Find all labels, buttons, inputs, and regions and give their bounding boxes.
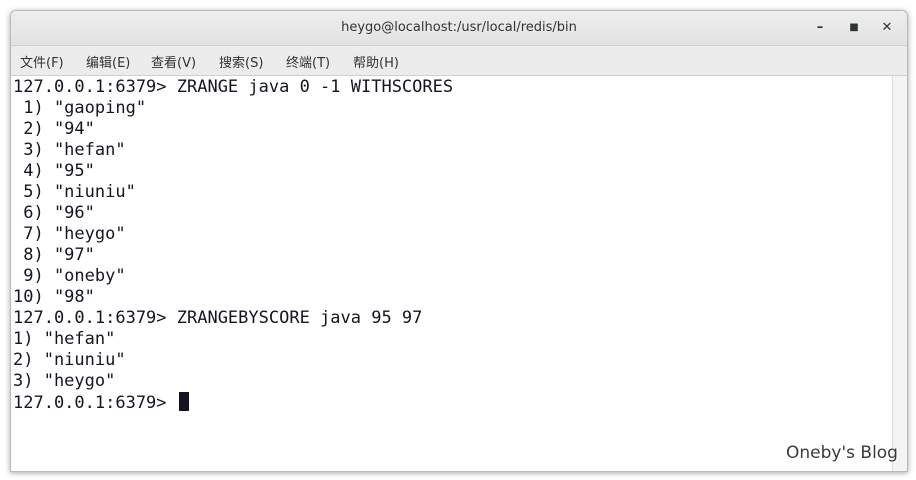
- menu-search[interactable]: 搜索(S): [219, 52, 263, 71]
- menu-terminal[interactable]: 终端(T): [286, 52, 330, 71]
- window-title: heygo@localhost:/usr/local/redis/bin: [341, 20, 577, 35]
- menu-help[interactable]: 帮助(H): [353, 52, 399, 71]
- terminal-line: 5) "niuniu": [13, 182, 136, 202]
- text-cursor: [178, 392, 189, 411]
- terminal-line: 3) "hefan": [13, 140, 126, 160]
- terminal-window: heygo@localhost:/usr/local/redis/bin – ■…: [10, 10, 908, 472]
- terminal-line: 1) "gaoping": [13, 98, 147, 118]
- maximize-button[interactable]: ■: [843, 18, 865, 38]
- minimize-button[interactable]: –: [809, 18, 831, 38]
- close-button[interactable]: ✕: [876, 18, 898, 38]
- terminal-line: 8) "97": [13, 245, 95, 265]
- terminal-line: 2) "94": [13, 119, 95, 139]
- terminal-prompt-line: 127.0.0.1:6379>: [13, 392, 189, 413]
- terminal-line: 1) "hefan": [13, 329, 116, 349]
- menu-edit[interactable]: 编辑(E): [86, 52, 130, 71]
- title-bar[interactable]: heygo@localhost:/usr/local/redis/bin – ■…: [11, 11, 907, 46]
- terminal-line: 7) "heygo": [13, 224, 126, 244]
- terminal-output[interactable]: 127.0.0.1:6379> ZRANGE java 0 -1 WITHSCO…: [11, 76, 892, 471]
- terminal-line: 10) "98": [13, 287, 95, 307]
- terminal-line: 6) "96": [13, 203, 95, 223]
- scrollbar[interactable]: [892, 76, 907, 471]
- menu-view[interactable]: 查看(V): [151, 52, 196, 71]
- prompt-text: 127.0.0.1:6379>: [13, 393, 177, 413]
- terminal-line: 127.0.0.1:6379> ZRANGEBYSCORE java 95 97: [13, 308, 423, 328]
- terminal-line: 9) "oneby": [13, 266, 126, 286]
- menu-bar: 文件(F) 编辑(E) 查看(V) 搜索(S) 终端(T) 帮助(H): [11, 46, 907, 76]
- terminal-line: 3) "heygo": [13, 371, 116, 391]
- terminal-line: 4) "95": [13, 161, 95, 181]
- menu-file[interactable]: 文件(F): [20, 52, 64, 71]
- watermark-text: Oneby's Blog: [786, 443, 898, 463]
- terminal-line: 127.0.0.1:6379> ZRANGE java 0 -1 WITHSCO…: [13, 77, 454, 97]
- terminal-line: 2) "niuniu": [13, 350, 126, 370]
